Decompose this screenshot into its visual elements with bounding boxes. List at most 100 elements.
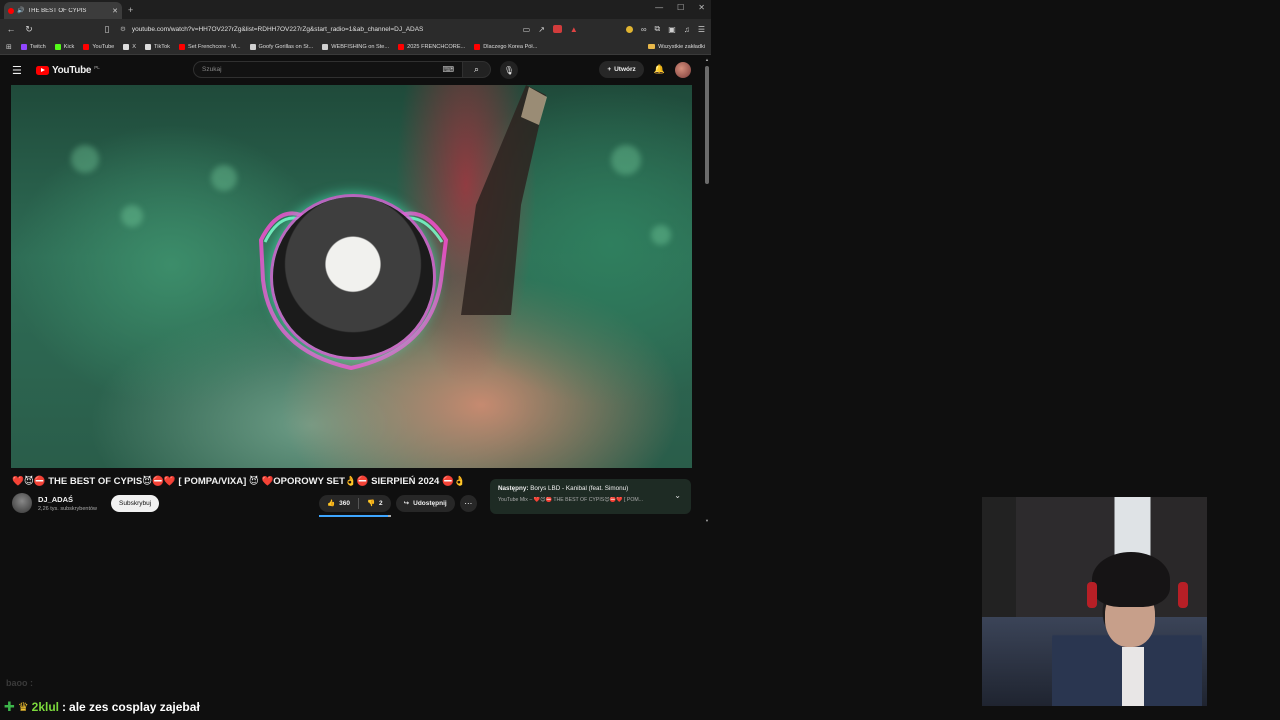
url-text: youtube.com/watch?v=HH7OV227rZg&list=RDH… (131, 25, 424, 33)
window-controls: — ☐ ✕ (655, 3, 705, 12)
vpn-icon[interactable]: ∞ (641, 25, 647, 34)
address-bar: ← ↻ ▯ ⚙ youtube.com/watch?v=HH7OV227rZg&… (0, 19, 711, 39)
share-button[interactable]: ↪ Udostępnij (395, 494, 455, 512)
chat-username: 2klul (31, 700, 60, 714)
music-icon[interactable]: ♫ (684, 25, 690, 34)
youtube-icon (83, 43, 90, 50)
scroll-down-icon[interactable]: ▼ (705, 518, 709, 523)
bookmark-item[interactable]: X (123, 43, 136, 50)
new-tab-icon[interactable]: + (128, 5, 133, 15)
keyboard-icon[interactable]: ⌨ (442, 65, 454, 74)
site-info-icon[interactable]: ⚙ (120, 25, 126, 33)
search-input[interactable]: Szukaj ⌨ (193, 61, 463, 78)
subscribe-button[interactable]: Subskrybuj (111, 494, 160, 512)
webcam-shirt (1122, 647, 1144, 706)
bookmark-item[interactable]: TikTok (145, 43, 170, 50)
chat-separator: : (62, 700, 67, 714)
cast-icon[interactable]: ▭ (523, 25, 531, 34)
scroll-up-icon[interactable]: ▲ (705, 57, 709, 62)
channel-avatar[interactable] (12, 493, 32, 513)
maximize-icon[interactable]: ☐ (677, 3, 684, 12)
create-button[interactable]: + Utwórz (599, 61, 644, 78)
bell-icon[interactable]: 🔔 (654, 64, 665, 75)
steam-icon (249, 43, 256, 50)
kick-icon (54, 43, 61, 50)
channel-info: DJ_ADAŚ 2,26 tys. subskrybentów (38, 495, 97, 512)
like-ratio-bar (319, 514, 391, 517)
thumb-up-icon: 👍 (327, 500, 336, 507)
like-button[interactable]: 👍 360 (319, 495, 358, 512)
bookmark-item[interactable]: WEBFISHING on Ste... (322, 43, 389, 50)
bookmark-item[interactable]: YouTube (83, 43, 114, 50)
thumb-down-icon: 👎 (366, 500, 376, 507)
search-icon: ⌕ (473, 64, 480, 74)
up-next-mix: YouTube Mix – ❤️😈⛔ THE BEST OF CYPIS😈⛔❤️… (498, 497, 644, 503)
bottle-graphic (461, 85, 547, 315)
youtube-icon (474, 43, 481, 50)
share-icon[interactable]: ↗ (538, 25, 545, 34)
menu-icon[interactable]: ☰ (698, 25, 705, 34)
video-player[interactable] (11, 85, 692, 468)
close-icon[interactable]: ✕ (112, 7, 118, 15)
bokeh (211, 165, 237, 191)
voice-search-button[interactable]: 🎙 (500, 61, 518, 79)
all-bookmarks-folder[interactable]: Wszystkie zakładki (648, 44, 705, 50)
tiktok-icon (145, 43, 152, 50)
header-actions: + Utwórz 🔔 (599, 61, 691, 78)
youtube-favicon-icon (8, 7, 14, 14)
album-art (273, 197, 433, 357)
rewards-icon[interactable]: ▲ (570, 25, 578, 34)
webcam-hair (1092, 552, 1170, 607)
apps-grid-icon[interactable]: ⊞ (6, 43, 12, 51)
puzzle-icon[interactable]: ⧉ (655, 24, 661, 34)
up-next-card[interactable]: Następny: Borys LBD - Kanibal (feat. Sim… (490, 479, 691, 514)
browser-window: 🔊 THE BEST OF CYPIS ✕ + — ☐ ✕ ← ↻ ▯ ⚙ yo… (0, 0, 711, 524)
tab-youtube[interactable]: 🔊 THE BEST OF CYPIS ✕ (4, 2, 122, 19)
bookmark-item[interactable]: Dlaczego Korea Pół... (474, 43, 537, 50)
steam-icon (322, 43, 329, 50)
share-arrow-icon: ↪ (403, 500, 410, 507)
plus-badge-icon: ✚ (4, 699, 15, 714)
hamburger-menu-icon[interactable]: ☰ (12, 64, 26, 77)
youtube-icon (178, 43, 185, 50)
channel-name[interactable]: DJ_ADAŚ (38, 495, 97, 504)
more-actions-button[interactable]: ⋯ (459, 494, 477, 512)
video-title: ❤️😈⛔ THE BEST OF CYPIS😈⛔❤️ [ POMPA/VIXA]… (12, 476, 466, 487)
bookmark-item[interactable]: Goofy Gorillas on St... (249, 43, 313, 50)
tab-title: THE BEST OF CYPIS (27, 7, 87, 14)
bokeh (651, 225, 671, 245)
youtube-logo[interactable]: YouTube PL (36, 65, 100, 76)
extension-icon[interactable] (625, 25, 633, 33)
bookmark-item[interactable]: 2025 FRENCHCORE... (398, 43, 465, 50)
up-next-title: Następny: Borys LBD - Kanibal (feat. Sim… (498, 485, 629, 492)
reload-icon[interactable]: ↻ (24, 24, 34, 35)
youtube-play-icon (36, 65, 49, 75)
video-actions: 👍 360 👎 2 ↪ Udostępnij ⋯ (319, 492, 477, 517)
headset-right (1178, 582, 1188, 608)
youtube-icon (398, 43, 405, 50)
search-button[interactable]: ⌕ (463, 61, 491, 78)
close-window-icon[interactable]: ✕ (698, 3, 705, 12)
url-field[interactable]: ⚙ youtube.com/watch?v=HH7OV227rZg&list=R… (120, 21, 515, 37)
account-avatar[interactable] (675, 61, 691, 78)
bookmark-icon[interactable]: ▯ (102, 24, 112, 35)
page-scrollbar[interactable]: ▲ ▼ (704, 56, 711, 524)
x-icon (123, 43, 130, 50)
bokeh (121, 205, 143, 227)
search-bar: Szukaj ⌨ ⌕ (193, 61, 491, 78)
bookmark-item[interactable]: Set Frenchcore - M... (178, 43, 241, 50)
bokeh (611, 145, 641, 175)
brave-shield-icon[interactable] (552, 25, 562, 33)
minimize-icon[interactable]: — (655, 3, 663, 12)
bookmark-item[interactable]: Kick (54, 43, 74, 50)
dislike-button[interactable]: 👎 2 (359, 495, 391, 512)
like-dislike-pill: 👍 360 👎 2 (319, 494, 391, 517)
bookmark-item[interactable]: Twitch (20, 43, 46, 50)
sidebar-icon[interactable]: ▣ (668, 25, 676, 34)
chevron-down-icon[interactable]: ⌄ (674, 491, 681, 500)
speaker-icon[interactable]: 🔊 (17, 7, 24, 14)
webcam-overlay (982, 497, 1207, 706)
scroll-thumb[interactable] (705, 66, 709, 184)
arrow-left-icon[interactable]: ← (6, 24, 16, 34)
crown-badge-icon: ♛ (17, 700, 29, 714)
